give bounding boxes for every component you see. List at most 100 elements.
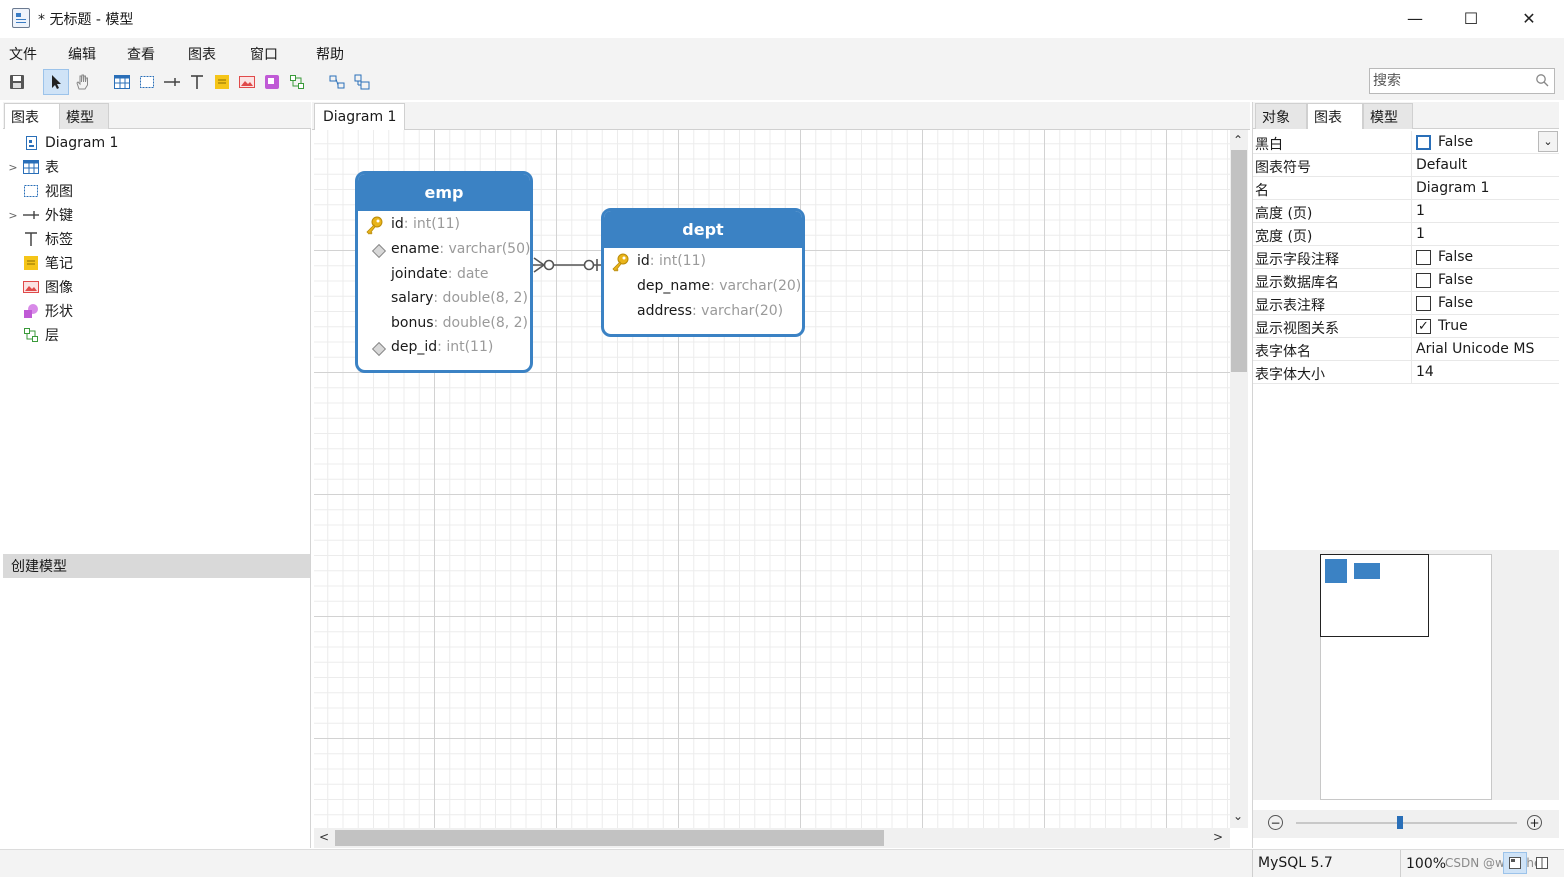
search-icon[interactable] [1535, 73, 1549, 87]
property-row[interactable]: 黑白 False [1253, 131, 1559, 154]
property-value[interactable]: ✓ True [1416, 318, 1468, 334]
zoom-in-button[interactable]: + [1527, 815, 1542, 830]
left-tab-diagram[interactable]: 图表 [4, 103, 60, 129]
property-value[interactable]: False [1416, 272, 1473, 288]
right-tab-diagram[interactable]: 图表 [1307, 103, 1363, 129]
checkbox-icon[interactable] [1416, 272, 1431, 288]
minimize-button[interactable]: — [1386, 0, 1444, 36]
horizontal-scroll-thumb[interactable] [335, 830, 884, 846]
checkbox-icon[interactable] [1416, 249, 1431, 265]
preview-viewport[interactable] [1320, 554, 1429, 637]
relationship-line[interactable] [532, 250, 604, 280]
right-tab-model[interactable]: 模型 [1363, 103, 1413, 129]
field-row[interactable]: joindate: date [391, 262, 489, 286]
left-tab-model[interactable]: 模型 [59, 103, 109, 129]
property-value[interactable]: False [1416, 295, 1473, 311]
property-value[interactable]: 1 [1416, 226, 1425, 242]
scroll-up-icon[interactable]: ⌃ [1233, 133, 1243, 147]
property-value[interactable]: Arial Unicode MS [1416, 341, 1534, 357]
vertical-scroll-thumb[interactable] [1231, 150, 1247, 372]
diagram-view-icon[interactable] [1508, 856, 1522, 870]
tree-item-labels[interactable]: 标签 [3, 227, 308, 251]
scroll-down-icon[interactable]: ⌄ [1233, 809, 1243, 823]
tree-item-notes[interactable]: 笔记 [3, 251, 308, 275]
field-row[interactable]: salary: double(8, 2) [391, 286, 528, 310]
chevron-down-icon[interactable]: ⌄ [1538, 131, 1558, 152]
property-value[interactable]: False [1416, 249, 1473, 265]
search-input[interactable] [1370, 69, 1554, 93]
checkbox-icon[interactable] [1416, 295, 1431, 311]
auto-layout-icon[interactable] [353, 73, 371, 91]
menu-window[interactable]: 窗口 [250, 44, 278, 64]
property-row[interactable]: 表字体名 Arial Unicode MS [1253, 338, 1559, 361]
zoom-slider[interactable] [1296, 822, 1517, 824]
chevron-right-icon[interactable]: > [3, 209, 23, 222]
field-row[interactable]: dep_id: int(11) [391, 335, 493, 359]
shape-tool-icon[interactable] [263, 73, 281, 91]
field-row[interactable]: id: int(11) [391, 212, 460, 236]
menu-diagram[interactable]: 图表 [188, 44, 216, 64]
property-value[interactable]: 14 [1416, 364, 1434, 380]
layer-tool-icon[interactable] [288, 73, 306, 91]
chevron-right-icon[interactable]: > [3, 161, 23, 174]
property-value[interactable]: False [1416, 134, 1473, 150]
tab-diagram-1[interactable]: Diagram 1 [314, 103, 406, 130]
note-tool-icon[interactable] [213, 73, 231, 91]
image-tool-icon[interactable] [238, 73, 256, 91]
scroll-right-icon[interactable]: > [1213, 830, 1223, 844]
property-row[interactable]: 名 Diagram 1 [1253, 177, 1559, 200]
tree-item-images[interactable]: 图像 [3, 275, 308, 299]
zoom-fit-icon[interactable] [328, 73, 346, 91]
tree-item-diagram1[interactable]: Diagram 1 [3, 131, 308, 155]
tree-item-shapes[interactable]: 形状 [3, 299, 308, 323]
entity-emp[interactable]: emp id: int(11) ename: varchar(50) joind… [355, 171, 533, 373]
property-value[interactable]: Diagram 1 [1416, 180, 1489, 196]
field-row[interactable]: address: varchar(20) [637, 299, 783, 323]
tree-item-tables[interactable]: > 表 [3, 155, 308, 179]
menu-file[interactable]: 文件 [9, 44, 37, 64]
table-tool-icon[interactable] [113, 73, 131, 91]
zoom-slider-thumb[interactable] [1396, 816, 1403, 829]
zoom-out-button[interactable]: − [1268, 815, 1283, 830]
maximize-button[interactable]: ☐ [1442, 0, 1500, 36]
field-row[interactable]: ename: varchar(50) [391, 237, 530, 261]
field-row[interactable]: dep_name: varchar(20) [637, 274, 801, 298]
property-row[interactable]: 图表符号 Default [1253, 154, 1559, 177]
field-type: : int(11) [437, 339, 494, 355]
field-row[interactable]: id: int(11) [637, 249, 706, 273]
scroll-left-icon[interactable]: < [319, 830, 329, 844]
view-icon [24, 185, 38, 197]
property-row[interactable]: 表字体大小 14 [1253, 361, 1559, 384]
label-tool-icon[interactable] [188, 73, 206, 91]
field-type: : double(8, 2) [433, 290, 528, 306]
diagram-canvas[interactable]: emp id: int(11) ename: varchar(50) joind… [314, 130, 1230, 828]
property-row[interactable]: 显示表注释 False [1253, 292, 1559, 315]
hand-icon[interactable] [73, 73, 91, 91]
view-tool-icon[interactable] [138, 73, 156, 91]
save-icon[interactable] [8, 73, 26, 91]
menu-view[interactable]: 查看 [127, 44, 155, 64]
right-tab-object[interactable]: 对象 [1255, 103, 1307, 129]
close-button[interactable]: ✕ [1500, 0, 1558, 36]
foreign-key-tool-icon[interactable] [163, 73, 181, 91]
tree-item-views[interactable]: 视图 [3, 179, 308, 203]
property-row[interactable]: 宽度 (页) 1 [1253, 223, 1559, 246]
property-row[interactable]: 高度 (页) 1 [1253, 200, 1559, 223]
tree-item-foreign-keys[interactable]: > 外键 [3, 203, 308, 227]
property-value[interactable]: Default [1416, 157, 1467, 173]
property-row[interactable]: 显示数据库名 False [1253, 269, 1559, 292]
pointer-icon[interactable] [47, 73, 65, 91]
menu-help[interactable]: 帮助 [316, 44, 344, 64]
field-row[interactable]: bonus: double(8, 2) [391, 311, 528, 335]
checkbox-icon[interactable] [1416, 134, 1431, 150]
menu-edit[interactable]: 编辑 [68, 44, 96, 64]
property-row[interactable]: 显示视图关系 ✓ True [1253, 315, 1559, 338]
layout-view-icon[interactable] [1535, 856, 1549, 870]
toolbar [0, 66, 1564, 100]
tree-item-layers[interactable]: 层 [3, 323, 308, 347]
entity-dept[interactable]: dept id: int(11) dep_name: varchar(20) a… [601, 208, 805, 337]
checkbox-checked-icon[interactable]: ✓ [1416, 318, 1431, 334]
search-box[interactable] [1369, 68, 1555, 94]
property-row[interactable]: 显示字段注释 False [1253, 246, 1559, 269]
property-value[interactable]: 1 [1416, 203, 1425, 219]
